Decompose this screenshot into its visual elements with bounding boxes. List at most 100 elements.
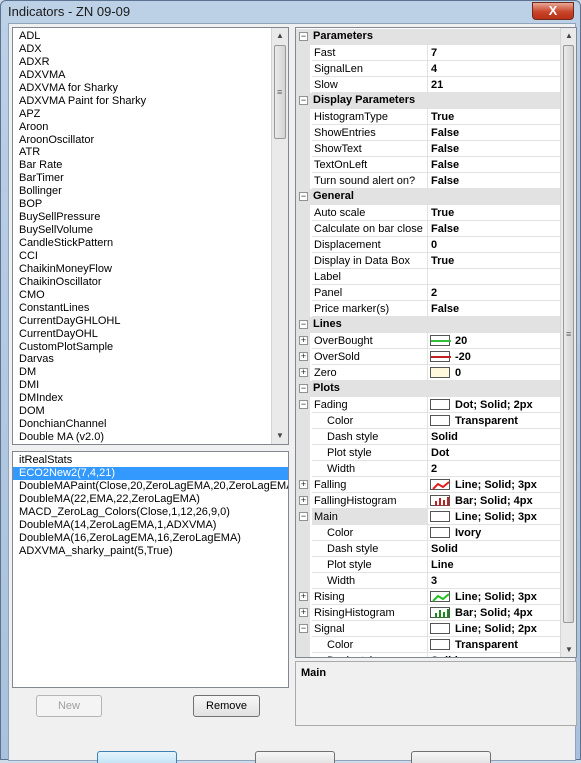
applied-indicator-item[interactable]: ADXVMA_sharky_paint(5,True) <box>13 545 288 558</box>
property-row[interactable]: Dash styleSolid <box>296 653 561 657</box>
property-value[interactable]: False <box>428 125 561 141</box>
expand-icon[interactable]: + <box>299 368 308 377</box>
indicator-list-item[interactable]: ATR <box>13 146 271 159</box>
indicator-list-item[interactable]: CandleStickPattern <box>13 237 271 250</box>
property-row[interactable]: Display in Data Box True <box>296 253 561 269</box>
indicator-list-item[interactable]: ChaikinOscillator <box>13 276 271 289</box>
property-row[interactable]: Color Ivory <box>296 525 561 541</box>
applied-indicators-list[interactable]: itRealStats ECO2New2(7,4,21) DoubleMAPaint… <box>12 451 289 688</box>
indicator-list-item[interactable]: BuySellPressure <box>13 211 271 224</box>
collapse-icon[interactable]: − <box>299 384 308 393</box>
property-row[interactable]: Label <box>296 269 561 285</box>
property-row[interactable]: + OverBought 20 <box>296 333 561 349</box>
property-value[interactable]: Line; Solid; 3px <box>428 477 561 493</box>
close-button[interactable]: X <box>532 2 574 20</box>
indicator-list-item[interactable]: Bollinger <box>13 185 271 198</box>
indicator-list-item[interactable]: ADL <box>13 30 271 43</box>
applied-indicator-item[interactable]: DoubleMA(22,EMA,22,ZeroLagEMA) <box>13 493 288 506</box>
property-value[interactable]: 0 <box>428 237 561 253</box>
property-grid-scrollbar[interactable]: ▲ ≡ ▼ <box>560 28 576 657</box>
property-value[interactable]: False <box>428 141 561 157</box>
scroll-up-arrow-icon[interactable]: ▲ <box>272 28 288 44</box>
property-row[interactable]: ShowEntries False <box>296 125 561 141</box>
scroll-down-arrow-icon[interactable]: ▼ <box>561 642 576 657</box>
applied-indicator-item[interactable]: DoubleMA(16,ZeroLagEMA,16,ZeroLagEMA) <box>13 532 288 545</box>
category-plots[interactable]: − Plots <box>296 381 561 397</box>
property-row[interactable]: Color Transparent <box>296 637 561 653</box>
property-value[interactable]: Bar; Solid; 4px <box>428 493 561 509</box>
indicator-list-item[interactable]: ChaikinMoneyFlow <box>13 263 271 276</box>
indicator-list-item[interactable]: Bar Rate <box>13 159 271 172</box>
applied-indicator-item[interactable]: MACD_ZeroLag_Colors(Close,1,12,26,9,0) <box>13 506 288 519</box>
property-row[interactable]: Dash styleSolid <box>296 429 561 445</box>
property-row[interactable]: + RisingHistogram Bar; Solid; 4px <box>296 605 561 621</box>
apply-button[interactable] <box>411 751 491 763</box>
property-value[interactable]: False <box>428 221 561 237</box>
property-value[interactable]: 3 <box>428 573 561 589</box>
property-row[interactable]: Width 3 <box>296 573 561 589</box>
property-value[interactable]: 2 <box>428 461 561 477</box>
property-value[interactable]: 20 <box>428 333 561 349</box>
property-row[interactable]: + OverSold -20 <box>296 349 561 365</box>
indicator-list-item[interactable]: ADX <box>13 43 271 56</box>
property-value[interactable]: False <box>428 173 561 189</box>
property-value[interactable]: Solid <box>428 653 561 657</box>
collapse-icon[interactable]: − <box>299 96 308 105</box>
property-value[interactable]: Line; Solid; 3px <box>428 589 561 605</box>
indicator-list-item[interactable]: Double MA (v2.0) <box>13 431 271 444</box>
property-row[interactable]: Auto scale True <box>296 205 561 221</box>
property-value[interactable]: Transparent <box>428 637 561 653</box>
property-value[interactable]: False <box>428 157 561 173</box>
indicator-list-item[interactable]: DM <box>13 366 271 379</box>
property-row[interactable]: + FallingHistogram Bar; Solid; 4px <box>296 493 561 509</box>
collapse-icon[interactable]: − <box>299 192 308 201</box>
indicator-list-item[interactable]: CurrentDayOHL <box>13 328 271 341</box>
remove-button[interactable]: Remove <box>193 695 260 717</box>
property-value[interactable]: 2 <box>428 285 561 301</box>
property-value[interactable]: 0 <box>428 365 561 381</box>
indicator-list-item[interactable]: DOM <box>13 405 271 418</box>
category-lines[interactable]: − Lines <box>296 317 561 333</box>
scroll-up-arrow-icon[interactable]: ▲ <box>561 28 576 44</box>
indicator-list-item[interactable]: ADXVMA for Sharky <box>13 82 271 95</box>
indicator-list-item[interactable]: APZ <box>13 108 271 121</box>
scroll-thumb[interactable]: ≡ <box>563 45 574 623</box>
property-row[interactable]: Plot style Line <box>296 557 561 573</box>
property-row[interactable]: HistogramType True <box>296 109 561 125</box>
property-row[interactable]: Slow 21 <box>296 77 561 93</box>
property-row[interactable]: Color Transparent <box>296 413 561 429</box>
expand-icon[interactable]: + <box>299 496 308 505</box>
indicator-list-item[interactable]: CMO <box>13 289 271 302</box>
expand-icon[interactable]: + <box>299 592 308 601</box>
property-row[interactable]: Fast 7 <box>296 45 561 61</box>
indicator-list-item[interactable]: CCI <box>13 250 271 263</box>
title-bar[interactable]: Indicators - ZN 09-09 X <box>1 1 580 23</box>
expand-icon[interactable]: + <box>299 608 308 617</box>
expand-icon[interactable]: − <box>299 624 308 633</box>
expand-icon[interactable]: − <box>299 512 308 521</box>
collapse-icon[interactable]: − <box>299 32 308 41</box>
property-row[interactable]: Price marker(s) False <box>296 301 561 317</box>
new-button[interactable]: New <box>36 695 102 717</box>
expand-icon[interactable]: + <box>299 480 308 489</box>
indicator-list-item[interactable]: BarTimer <box>13 172 271 185</box>
property-value[interactable]: Transparent <box>428 413 561 429</box>
category-general[interactable]: − General <box>296 189 561 205</box>
property-value[interactable]: Line; Solid; 3px <box>428 509 561 525</box>
indicator-list-item[interactable]: CurrentDayGHLOHL <box>13 315 271 328</box>
indicator-list[interactable]: ADL ADX ADXR ADXVMA ADXVMA for Sharky ADXVMA … <box>12 27 289 445</box>
indicator-list-item[interactable]: AroonOscillator <box>13 134 271 147</box>
property-value[interactable]: True <box>428 253 561 269</box>
property-value[interactable]: Line; Solid; 2px <box>428 621 561 637</box>
property-row[interactable]: Displacement 0 <box>296 237 561 253</box>
indicator-list-item[interactable]: DMIndex <box>13 392 271 405</box>
indicator-list-item[interactable]: Aroon <box>13 121 271 134</box>
property-row[interactable]: Width 2 <box>296 461 561 477</box>
property-row[interactable]: − Fading Dot; Solid; 2px <box>296 397 561 413</box>
applied-indicator-item[interactable]: DoubleMA(14,ZeroLagEMA,1,ADXVMA) <box>13 519 288 532</box>
property-value[interactable]: -20 <box>428 349 561 365</box>
applied-indicator-item[interactable]: ECO2New2(7,4,21) <box>13 466 288 480</box>
property-value[interactable]: Solid <box>428 429 561 445</box>
property-row[interactable]: TextOnLeft False <box>296 157 561 173</box>
property-value[interactable]: True <box>428 109 561 125</box>
